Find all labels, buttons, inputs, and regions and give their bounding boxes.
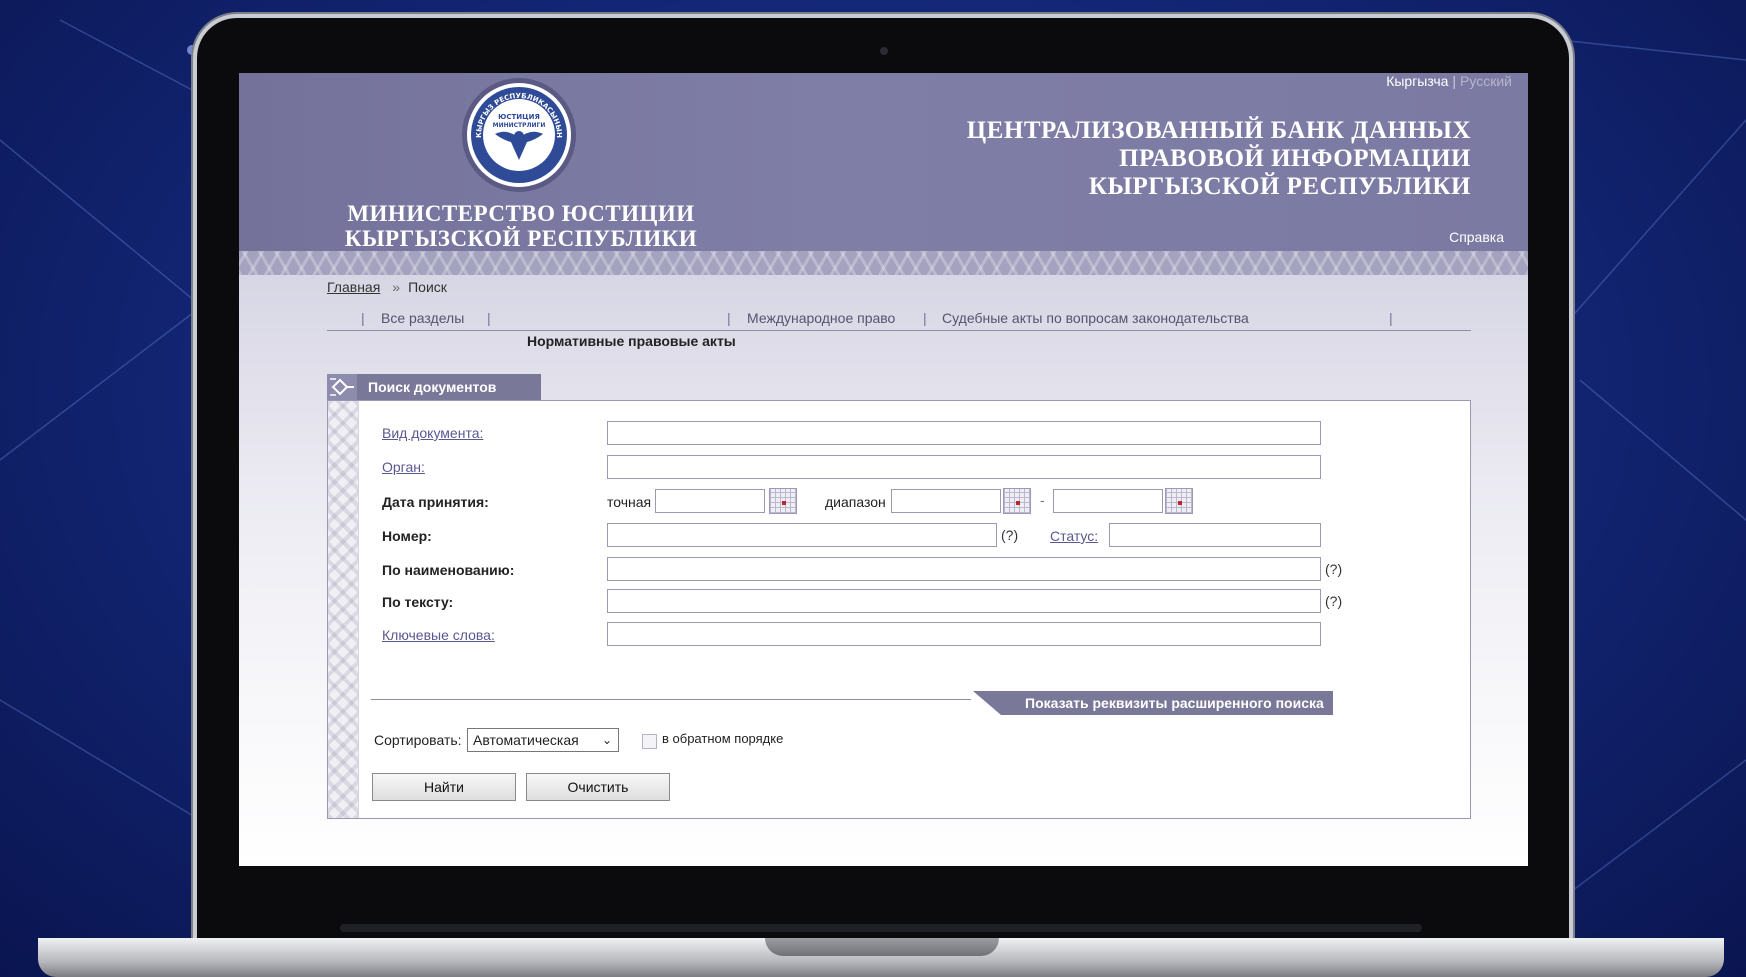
bank-title-line-2: ПРАВОВОЙ ИНФОРМАЦИИ — [1119, 145, 1471, 172]
bank-title-line-3: КЫРГЫЗСКОЙ РЕСПУБЛИКИ — [1088, 173, 1471, 200]
date-from-input[interactable] — [891, 489, 1001, 513]
calendar-icon[interactable] — [1003, 488, 1031, 514]
tab-all-sections[interactable]: Все разделы — [381, 310, 464, 326]
laptop-notch — [765, 938, 999, 956]
find-button[interactable]: Найти — [372, 773, 516, 801]
search-form: Вид документа: Орган: Дата принятия: точ… — [327, 400, 1471, 819]
advanced-search-toggle[interactable]: Показать реквизиты расширенного поиска — [973, 691, 1333, 715]
ministry-emblem: КЫРГЫЗ РЕСПУБЛИКАСЫНЫН ЮСТИЦИЯ МИНИСТРЛИ… — [462, 78, 576, 192]
chevron-down-icon: ⌄ — [601, 733, 612, 747]
sort-selected-value: Автоматическая — [473, 732, 579, 748]
lang-russian-link[interactable]: Русский — [1460, 73, 1512, 89]
tab-separator: | — [1389, 310, 1393, 326]
by-name-label: По наименованию: — [382, 562, 515, 578]
number-label: Номер: — [382, 528, 432, 544]
calendar-icon[interactable] — [1165, 488, 1193, 514]
date-range-label: диапазон — [825, 494, 886, 510]
language-switcher: Кыргызча | Русский — [1386, 73, 1512, 89]
tab-international-law[interactable]: Международное право — [747, 310, 895, 326]
sort-label: Сортировать: — [374, 732, 462, 748]
search-panel-tab: Поиск документов — [327, 374, 541, 400]
search-panel-title: Поиск документов — [368, 379, 497, 395]
keywords-input[interactable] — [607, 622, 1321, 646]
tab-normative-acts[interactable]: Нормативные правовые акты — [527, 333, 736, 349]
date-range-dash: - — [1040, 492, 1045, 508]
by-text-input[interactable] — [607, 589, 1321, 613]
bank-title-line-1: ЦЕНТРАЛИЗОВАННЫЙ БАНК ДАННЫХ — [966, 117, 1471, 144]
organ-label-link[interactable]: Орган: — [382, 459, 425, 475]
ornament-band — [239, 251, 1528, 275]
ministry-name: МИНИСТЕРСТВО ЮСТИЦИИ КЫРГЫЗСКОЙ РЕСПУБЛИ… — [341, 201, 701, 251]
emblem-center-text-1: ЮСТИЦИЯ — [498, 113, 540, 121]
emblem-center-text-2: МИНИСТРЛИГИ — [493, 122, 546, 129]
tab-separator: | — [923, 310, 927, 326]
calendar-icon[interactable] — [769, 488, 797, 514]
reverse-order-checkbox[interactable] — [642, 734, 657, 749]
organ-input[interactable] — [607, 455, 1321, 479]
clear-button[interactable]: Очистить — [526, 773, 670, 801]
by-text-help-icon[interactable]: (?) — [1325, 593, 1342, 609]
by-name-help-icon[interactable]: (?) — [1325, 561, 1342, 577]
status-label-link[interactable]: Статус: — [1050, 528, 1098, 544]
site-header: Кыргызча | Русский КЫРГЫЗ РЕСПУБЛИКАСЫНЫН … — [239, 73, 1528, 251]
reverse-order-label: в обратном порядке — [662, 731, 784, 746]
number-input[interactable] — [607, 523, 997, 547]
breadcrumb-current: Поиск — [408, 279, 447, 295]
tab-separator: | — [727, 310, 731, 326]
breadcrumb-home-link[interactable]: Главная — [327, 279, 380, 295]
lang-separator: | — [1452, 73, 1457, 89]
help-link[interactable]: Справка — [1449, 229, 1504, 245]
breadcrumb: Главная » Поиск — [327, 279, 447, 295]
status-input[interactable] — [1109, 523, 1321, 547]
ornament-icon — [327, 374, 357, 400]
panel-ornament — [328, 401, 359, 818]
form-divider — [371, 699, 971, 700]
by-text-label: По тексту: — [382, 594, 454, 610]
ministry-name-line-1: МИНИСТЕРСТВО ЮСТИЦИИ — [347, 201, 695, 226]
bank-title: ЦЕНТРАЛИЗОВАННЫЙ БАНК ДАННЫХ ПРАВОВОЙ ИН… — [871, 117, 1471, 201]
doc-type-label-link[interactable]: Вид документа: — [382, 425, 483, 441]
date-exact-input[interactable] — [655, 489, 765, 513]
ministry-name-line-2: КЫРГЫЗСКОЙ РЕСПУБЛИКИ — [344, 226, 698, 251]
tab-court-acts[interactable]: Судебные акты по вопросам законодательст… — [942, 310, 1249, 326]
section-tabs: | Все разделы | | Международное право | … — [327, 310, 1471, 331]
date-to-input[interactable] — [1053, 489, 1163, 513]
tab-separator: | — [487, 310, 491, 326]
doc-type-input[interactable] — [607, 421, 1321, 445]
advanced-search-label: Показать реквизиты расширенного поиска — [1025, 695, 1324, 711]
breadcrumb-separator: » — [392, 279, 401, 295]
browser-screen: Кыргызча | Русский КЫРГЫЗ РЕСПУБЛИКАСЫНЫН … — [239, 73, 1528, 866]
lang-kyrgyz-link[interactable]: Кыргызча — [1386, 73, 1448, 89]
adoption-date-label: Дата принятия: — [382, 494, 489, 510]
date-exact-label: точная — [607, 494, 652, 510]
keywords-label-link[interactable]: Ключевые слова: — [382, 627, 495, 643]
camera-icon — [880, 47, 888, 55]
number-help-icon[interactable]: (?) — [1001, 527, 1018, 543]
by-name-input[interactable] — [607, 557, 1321, 581]
laptop-hinge — [340, 924, 1422, 932]
tab-separator: | — [361, 310, 365, 326]
sort-select[interactable]: Автоматическая ⌄ — [467, 728, 619, 752]
